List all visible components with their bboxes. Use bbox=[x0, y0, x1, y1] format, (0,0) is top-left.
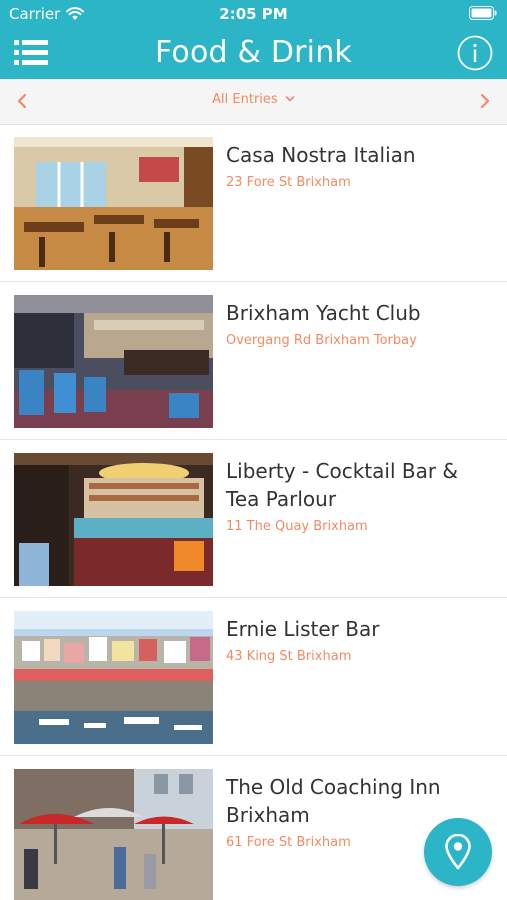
chevron-down-icon bbox=[285, 95, 295, 102]
filter-bar: All Entries bbox=[0, 79, 507, 125]
entry-address: 43 King St Brixham bbox=[226, 649, 352, 664]
entry-address: 23 Fore St Brixham bbox=[226, 175, 351, 190]
yacht-club-photo bbox=[14, 295, 213, 428]
info-icon bbox=[457, 35, 493, 71]
list-item[interactable]: The Old Coaching Inn Brixham 61 Fore St … bbox=[0, 756, 507, 900]
entry-address: Overgang Rd Brixham Torbay bbox=[226, 333, 417, 348]
battery-icon bbox=[469, 6, 497, 20]
cocktail-bar-photo bbox=[14, 453, 213, 586]
info-button[interactable] bbox=[457, 35, 493, 71]
page-title: Food & Drink bbox=[155, 35, 352, 70]
app-header: Carrier 2:05 PM Food & Drink bbox=[0, 0, 507, 79]
street-photo bbox=[14, 769, 213, 900]
map-button[interactable] bbox=[424, 818, 492, 886]
list-item[interactable]: Casa Nostra Italian 23 Fore St Brixham bbox=[0, 124, 507, 282]
list-item[interactable]: Ernie Lister Bar 43 King St Brixham bbox=[0, 598, 507, 756]
restaurant-photo bbox=[14, 137, 213, 270]
filter-label: All Entries bbox=[212, 92, 278, 107]
entries-list: Casa Nostra Italian 23 Fore St Brixham B… bbox=[0, 124, 507, 900]
status-time: 2:05 PM bbox=[219, 5, 288, 23]
map-pin-icon bbox=[445, 834, 471, 870]
entry-title: Casa Nostra Italian bbox=[226, 143, 416, 167]
entry-title: Brixham Yacht Club bbox=[226, 301, 421, 325]
chevron-right-icon[interactable] bbox=[475, 91, 495, 111]
filter-dropdown[interactable]: All Entries bbox=[0, 92, 507, 107]
harbour-photo bbox=[14, 611, 213, 744]
nav-bar: Food & Drink bbox=[0, 28, 507, 79]
entry-address: 11 The Quay Brixham bbox=[226, 519, 368, 534]
status-bar: Carrier 2:05 PM bbox=[0, 0, 507, 28]
entry-title: Ernie Lister Bar bbox=[226, 617, 380, 641]
list-item[interactable]: Liberty - Cocktail Bar & Tea Parlour 11 … bbox=[0, 440, 507, 598]
list-item[interactable]: Brixham Yacht Club Overgang Rd Brixham T… bbox=[0, 282, 507, 440]
entry-title: Liberty - Cocktail Bar & Tea Parlour bbox=[226, 459, 459, 511]
